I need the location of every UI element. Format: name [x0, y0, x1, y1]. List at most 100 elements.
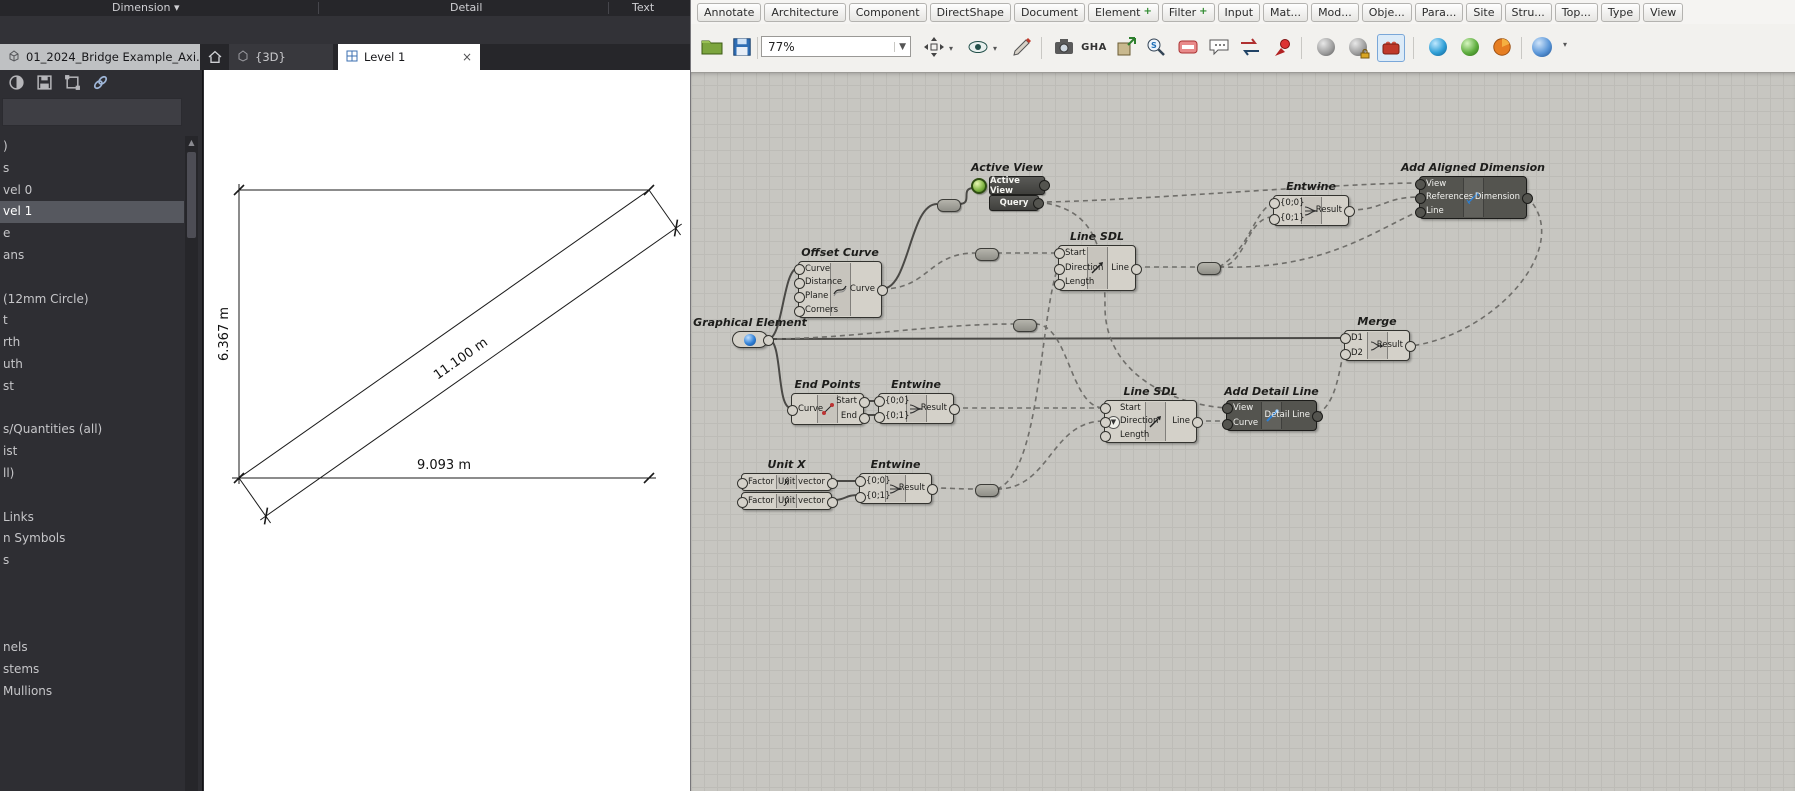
ribbon-panel-text[interactable]: Text	[632, 1, 654, 14]
gh-param-grip[interactable]	[737, 496, 748, 508]
gh-tab-top-[interactable]: Top...	[1554, 2, 1598, 22]
gh-input-param[interactable]: Curve	[805, 265, 830, 274]
ribbon-panel-detail[interactable]: Detail	[450, 1, 482, 14]
gh-component-line-sdl-bottom[interactable]: ▼ Start Direction Length Line	[1100, 400, 1203, 443]
save-file-icon[interactable]	[729, 34, 755, 60]
gh-param-grip[interactable]	[787, 404, 798, 416]
swap-arrows-icon[interactable]	[1237, 34, 1263, 60]
gh-input-param[interactable]: View	[1233, 404, 1253, 413]
browser-item[interactable]	[0, 485, 184, 507]
group-icon[interactable]	[64, 74, 81, 91]
gh-param-grip[interactable]	[1344, 206, 1355, 217]
adjust-icon[interactable]	[8, 74, 25, 91]
bake-sphere-blue-icon[interactable]	[1425, 34, 1451, 60]
gh-param-grip[interactable]	[949, 404, 960, 415]
gh-param-grip[interactable]	[927, 484, 938, 495]
gh-tab-type[interactable]: Type	[1600, 2, 1641, 22]
close-icon[interactable]: ×	[462, 50, 472, 64]
gh-param-grip[interactable]	[1522, 193, 1533, 204]
gh-param-grip[interactable]	[737, 477, 748, 489]
chevron-down-icon[interactable]: ▾	[949, 44, 953, 53]
browser-item[interactable]: st	[0, 376, 184, 398]
active-view-toggle-icon[interactable]	[971, 178, 987, 194]
browser-item[interactable]	[0, 616, 184, 638]
brick-icon[interactable]	[1377, 34, 1405, 62]
gh-input-param[interactable]: View	[1426, 180, 1446, 189]
gh-tab-obje-[interactable]: Obje...	[1361, 2, 1412, 22]
gh-param-grip[interactable]	[1415, 193, 1426, 204]
view-tab--3d-[interactable]: {3D}	[229, 44, 333, 70]
gh-tab-architecture[interactable]: Architecture	[764, 2, 846, 22]
gh-output-param[interactable]: Unit vector	[778, 497, 825, 506]
browser-search[interactable]	[2, 98, 182, 126]
gh-param-grip[interactable]	[1405, 341, 1416, 352]
gh-param-grip[interactable]	[1039, 180, 1050, 191]
gh-tab-stru-[interactable]: Stru...	[1504, 2, 1552, 22]
gh-tab-view[interactable]: View	[1643, 2, 1684, 22]
gh-param-grip[interactable]	[855, 491, 866, 503]
pin-dart-icon[interactable]	[1269, 34, 1295, 60]
gh-output-param[interactable]: Result	[899, 484, 925, 493]
gh-tab-component[interactable]: Component	[848, 2, 927, 22]
gh-input-param[interactable]: D2	[1351, 348, 1363, 358]
query-button[interactable]: Query	[989, 195, 1039, 211]
gh-param-grip[interactable]	[1269, 213, 1280, 225]
gh-output-param[interactable]: Curve	[850, 285, 875, 294]
gh-canvas[interactable]: Active View Active View Query Offset Curve C…	[691, 72, 1795, 791]
browser-item[interactable]: t	[0, 310, 184, 332]
gh-tab-document[interactable]: Document	[1013, 2, 1085, 22]
gh-input-param[interactable]: Curve	[1233, 418, 1258, 428]
gh-param-grip[interactable]	[794, 277, 805, 289]
gh-component-merge[interactable]: D1 D2 Result	[1340, 330, 1416, 361]
browser-scrollbar[interactable]: ▲	[185, 136, 198, 791]
gh-output-param[interactable]: Result	[921, 404, 947, 413]
gh-param-grip[interactable]	[859, 412, 870, 424]
open-file-icon[interactable]	[699, 34, 725, 60]
gh-param-grip[interactable]	[827, 496, 838, 508]
gh-param-grip[interactable]	[1340, 348, 1351, 360]
gh-param-grip[interactable]	[1100, 402, 1111, 414]
zoom-extents-icon[interactable]	[921, 34, 947, 60]
chevron-down-icon[interactable]: ▼	[894, 41, 910, 52]
solver-sphere-icon[interactable]	[1529, 34, 1555, 60]
gh-input-param[interactable]: Plane	[805, 292, 828, 301]
gh-tab-para-[interactable]: Para...	[1414, 2, 1464, 22]
gh-relay-node[interactable]	[937, 199, 961, 212]
gh-tab-mod-[interactable]: Mod...	[1311, 2, 1359, 22]
gh-component-add-aligned-dimension[interactable]: View References Line Dimension	[1415, 176, 1533, 219]
gh-tab-input[interactable]: Input	[1217, 2, 1261, 22]
save-icon[interactable]	[36, 74, 53, 91]
gh-tab-filter[interactable]: Filter +	[1161, 2, 1215, 22]
browser-item[interactable]: e	[0, 223, 184, 245]
gh-output-param[interactable]: Line	[1111, 264, 1129, 273]
browser-item[interactable]: n Symbols	[0, 528, 184, 550]
search-icon[interactable]: S	[1143, 34, 1169, 60]
link-icon[interactable]	[92, 74, 109, 91]
gh-param-grip[interactable]	[874, 411, 885, 423]
gh-param-grip[interactable]	[794, 263, 805, 275]
panel-icon[interactable]	[1175, 34, 1201, 60]
gh-component-add-detail-line[interactable]: View Curve Detail Line	[1222, 400, 1323, 431]
browser-item[interactable]: nels	[0, 637, 184, 659]
browser-item[interactable]: Links	[0, 507, 184, 529]
gh-component-unit-y[interactable]: Factor ŷ Unit vector	[737, 492, 838, 510]
view-tab-01-2024-bridge-example-axi-[interactable]: 01_2024_Bridge Example_Axi...×	[0, 44, 200, 70]
zoom-dropdown[interactable]: 77% ▼	[761, 36, 911, 57]
gh-param-grip[interactable]	[1222, 418, 1233, 430]
gh-input-param[interactable]: D1	[1351, 334, 1363, 343]
browser-item[interactable]: vel 0	[0, 180, 184, 202]
toolbar-overflow-icon[interactable]: ▾	[1563, 40, 1567, 49]
gh-component-end-points[interactable]: Curve Start End	[787, 393, 870, 425]
bake-sphere-green-icon[interactable]	[1457, 34, 1483, 60]
gh-output-param[interactable]: End	[841, 412, 857, 421]
chevron-down-icon[interactable]: ▾	[993, 44, 997, 53]
cluster-sphere-icon[interactable]	[1313, 34, 1339, 60]
export-icon[interactable]	[1113, 34, 1139, 60]
gh-input-param[interactable]: Line	[1426, 207, 1444, 216]
gh-output-param[interactable]: Unit vector	[778, 478, 825, 487]
gh-component-unit-x[interactable]: Factor x̂ Unit vector	[737, 473, 838, 491]
gh-input-param[interactable]: Factor	[748, 497, 774, 506]
gh-param-grip[interactable]	[1100, 417, 1111, 428]
comment-bubble-icon[interactable]	[1206, 34, 1232, 60]
gh-component-active-view[interactable]: Active View Query	[971, 176, 1050, 211]
